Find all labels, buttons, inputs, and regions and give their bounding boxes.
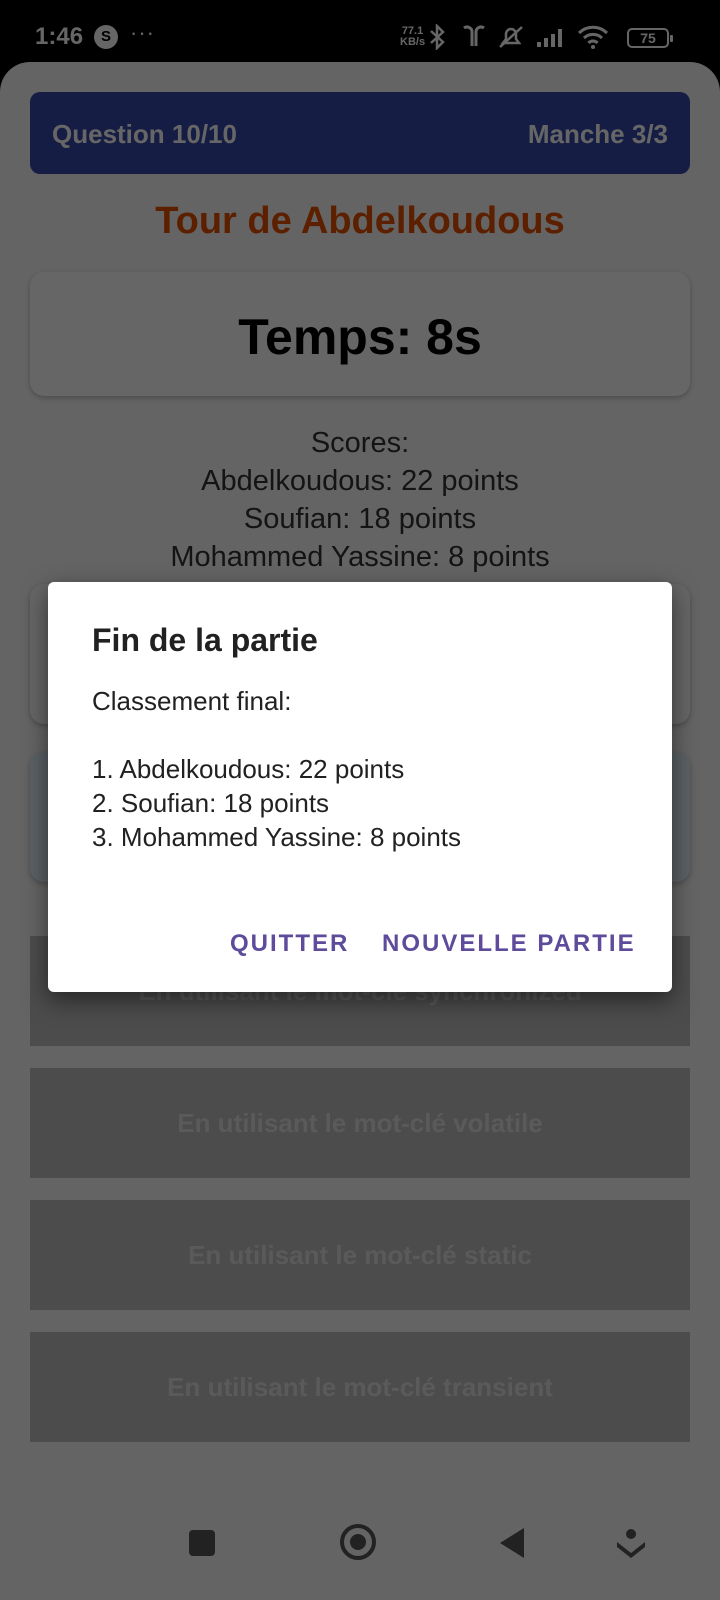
answer-button[interactable]: En utilisant le mot-clé static — [30, 1200, 690, 1310]
ranking-item: 1. Abdelkoudous: 22 points — [92, 754, 405, 784]
more-notifications-icon: ··· — [130, 20, 155, 45]
home-icon[interactable] — [340, 1524, 376, 1560]
scores-panel: Scores: Abdelkoudous: 22 points Soufian:… — [0, 424, 720, 576]
earbuds-icon — [463, 25, 485, 46]
score-line: Mohammed Yassine: 8 points — [170, 541, 550, 573]
wifi-icon — [577, 25, 609, 49]
bluetooth-icon — [430, 24, 445, 50]
turn-title: Tour de Abdelkoudous — [155, 200, 565, 242]
game-over-dialog: Fin de la partie Classement final: 1. Ab… — [48, 582, 672, 992]
status-bar: 1:46 S ··· 77.1 KB/s 75 — [0, 0, 720, 62]
header-bar: Question 10/10 Manche 3/3 — [30, 92, 690, 174]
silent-icon — [499, 26, 523, 48]
assistant-icon[interactable] — [615, 1527, 647, 1561]
ranking-item: 2. Soufian: 18 points — [92, 788, 330, 818]
answer-button[interactable]: En utilisant le mot-clé transient — [30, 1332, 690, 1442]
timer-text: Temps: 8s — [238, 309, 482, 365]
round-counter: Manche 3/3 — [527, 119, 668, 149]
back-icon[interactable] — [500, 1528, 524, 1558]
answer-button[interactable]: En utilisant le mot-clé volatile — [30, 1068, 690, 1178]
timer-card: Temps: 8s — [30, 272, 690, 396]
app-notification-icon: S — [94, 25, 118, 49]
recents-icon[interactable] — [189, 1530, 215, 1556]
ranking-item: 3. Mohammed Yassine: 8 points — [92, 822, 462, 852]
network-speed: 77.1 KB/s — [400, 26, 425, 48]
dialog-heading: Classement final: — [92, 686, 292, 716]
battery-icon: 75 — [627, 28, 673, 48]
score-line: Abdelkoudous: 22 points — [201, 465, 519, 497]
network-speed-unit: KB/s — [400, 36, 426, 48]
new-game-button[interactable]: NOUVELLE PARTIE — [382, 930, 636, 958]
score-line: Soufian: 18 points — [243, 503, 477, 535]
scores-title: Scores: — [310, 427, 410, 459]
navigation-bar — [0, 1482, 720, 1600]
status-time: 1:46 — [35, 23, 84, 50]
quit-button[interactable]: QUITTER — [230, 930, 349, 958]
final-ranking: 1. Abdelkoudous: 22 points 2. Soufian: 1… — [92, 752, 461, 854]
dialog-title: Fin de la partie — [92, 622, 318, 658]
question-counter: Question 10/10 — [52, 119, 237, 149]
signal-icon — [537, 29, 562, 47]
